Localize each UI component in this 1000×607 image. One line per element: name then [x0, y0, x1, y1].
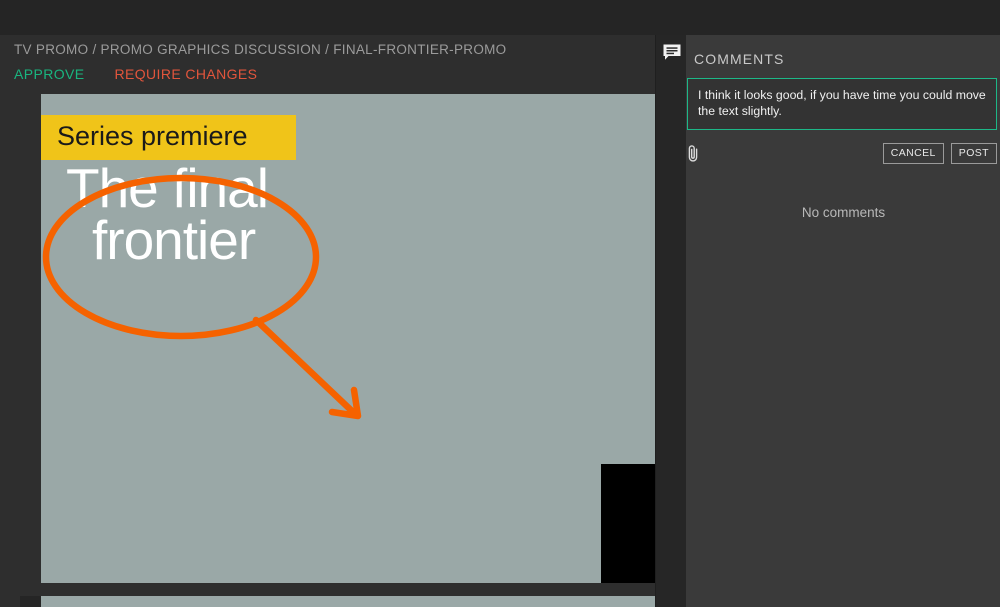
comment-input[interactable]: I think it looks good, if you have time …: [687, 78, 997, 130]
comments-empty-state: No comments: [801, 205, 886, 220]
post-button[interactable]: POST: [950, 142, 997, 164]
artwork-banner-text: Series premiere: [57, 121, 248, 151]
paperclip-icon[interactable]: [687, 142, 705, 164]
artwork-banner: Series premiere: [41, 115, 296, 160]
comment-bubble-icon[interactable]: [662, 43, 682, 63]
comment-buttons: CANCEL POST: [882, 142, 997, 164]
artwork-headline: The final frontier: [66, 161, 269, 271]
artwork-headline-line2: frontier: [92, 209, 256, 271]
panel-title: COMMENTS: [694, 51, 785, 67]
main-column: TV PROMO / PROMO GRAPHICS DISCUSSION / F…: [0, 35, 655, 607]
approve-button[interactable]: APPROVE: [14, 66, 85, 82]
app-root: TV PROMO / PROMO GRAPHICS DISCUSSION / F…: [0, 0, 1000, 607]
panel-rail: [656, 35, 686, 607]
cancel-button[interactable]: CANCEL: [882, 142, 944, 164]
canvas-bottom-gutter: [20, 596, 41, 607]
review-actions: APPROVE REQUIRE CHANGES: [14, 66, 257, 82]
arrow-annotation-head: [328, 386, 362, 420]
require-changes-button[interactable]: REQUIRE CHANGES: [115, 66, 258, 82]
comment-input-value: I think it looks good, if you have time …: [698, 88, 986, 118]
canvas-bottom-sliver: [41, 596, 655, 607]
artwork-black-block: [601, 464, 655, 591]
breadcrumb[interactable]: TV PROMO / PROMO GRAPHICS DISCUSSION / F…: [14, 42, 506, 57]
artwork-canvas[interactable]: Series premiere The final frontier: [41, 94, 655, 591]
comment-composer-actions: CANCEL POST: [687, 140, 997, 166]
comments-panel: COMMENTS I think it looks good, if you h…: [655, 35, 1000, 607]
window-top-strip: [0, 0, 1000, 35]
arrow-annotation-shaft: [252, 316, 357, 416]
